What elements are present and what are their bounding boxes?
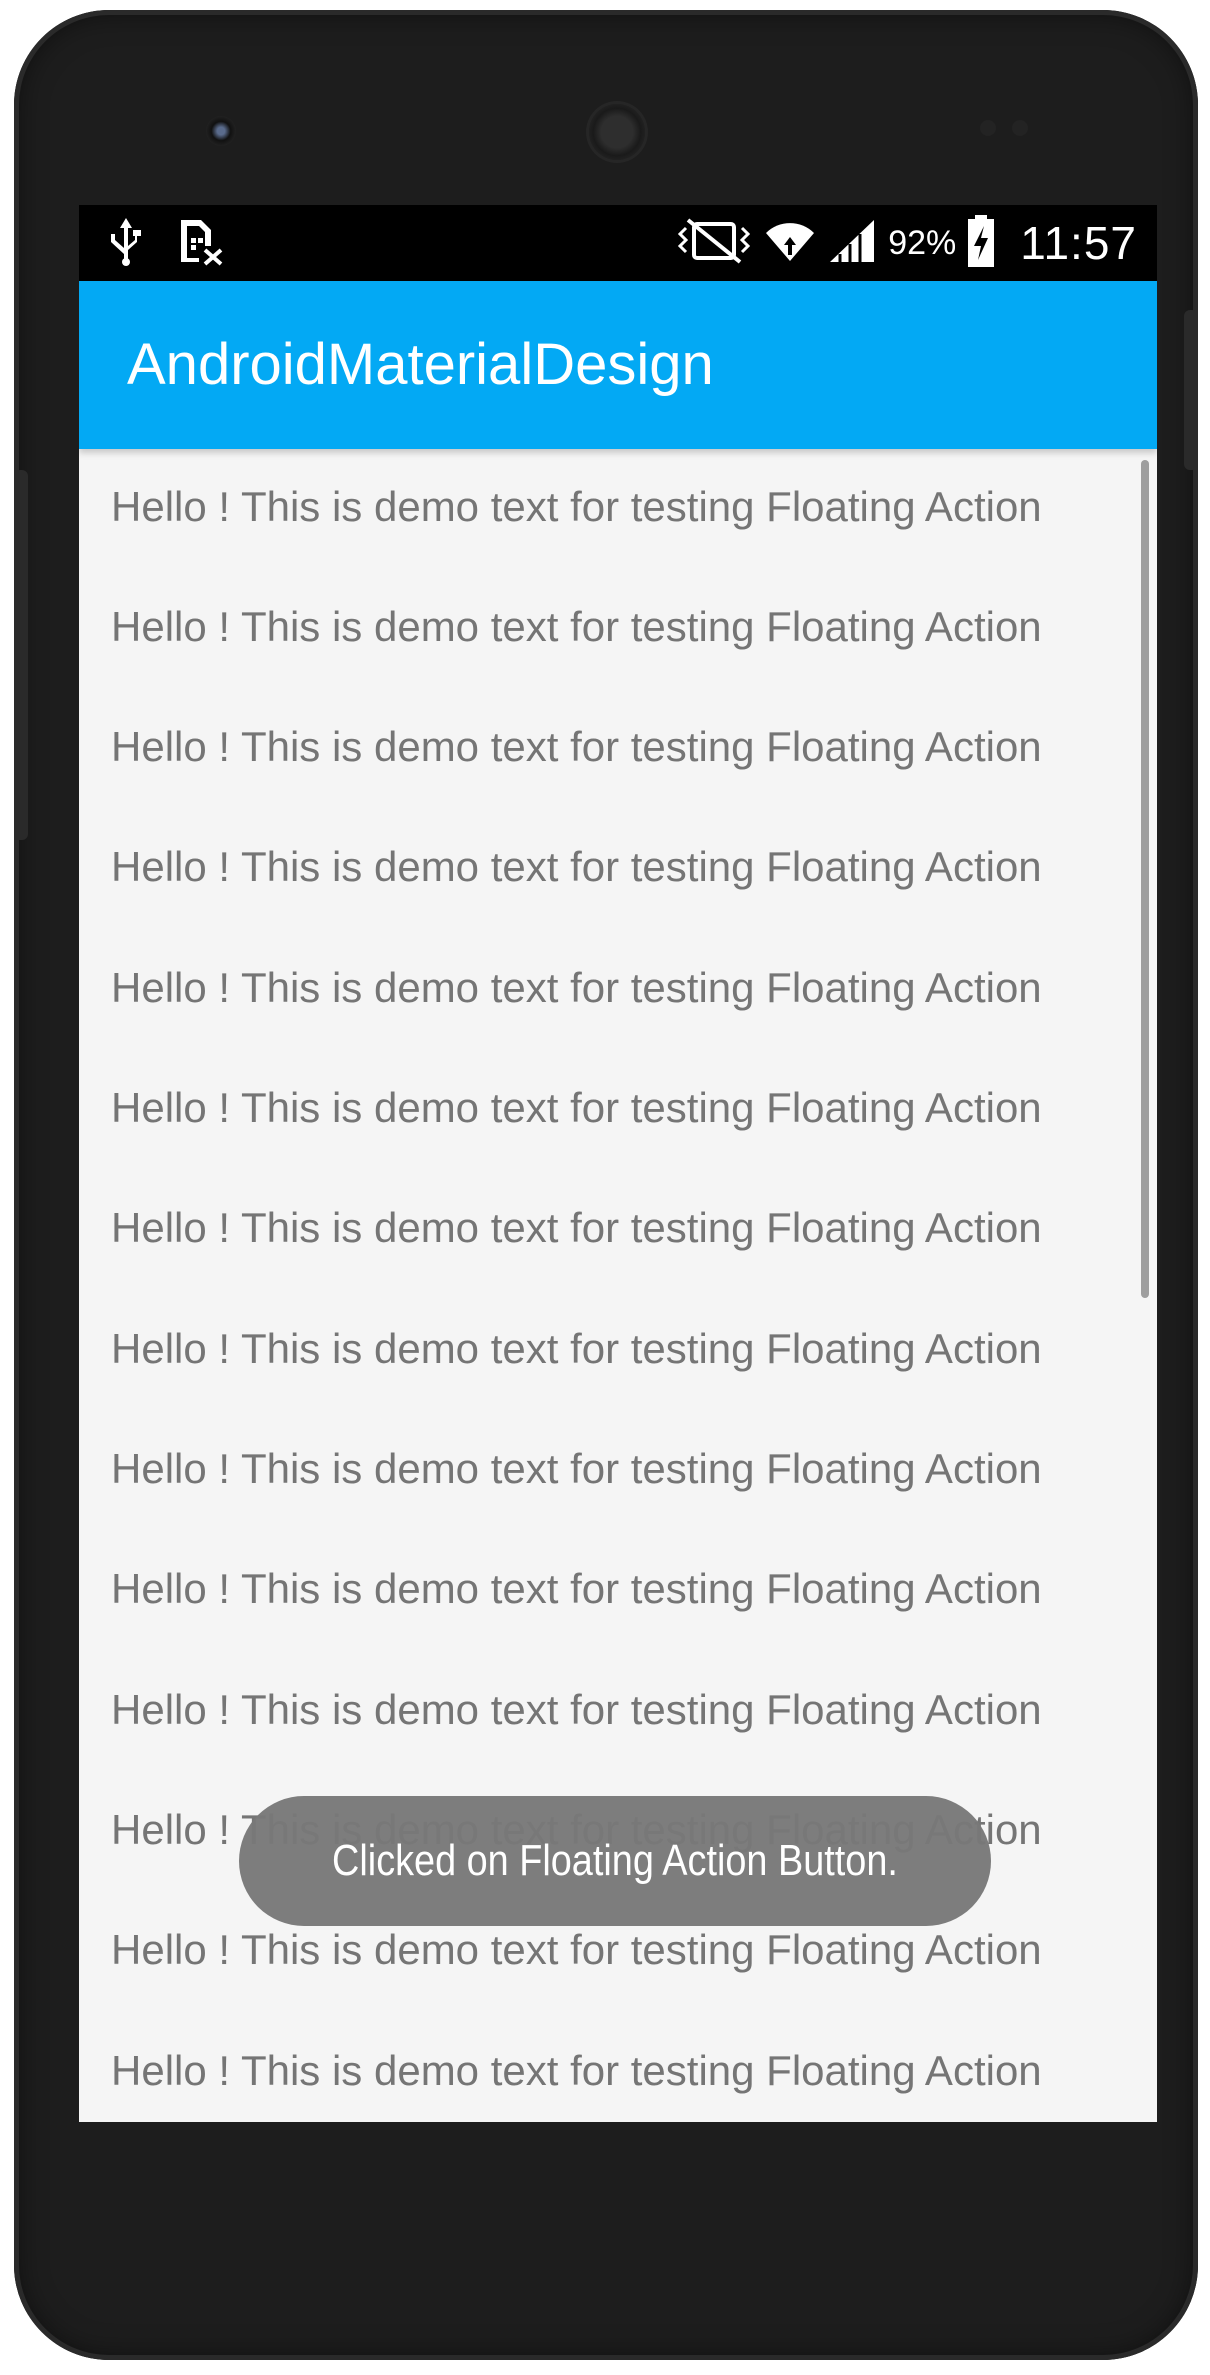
phone-screen: 92% 11:57 AndroidMaterialDesign Hello ! … <box>79 205 1157 2122</box>
cell-signal-icon <box>828 216 876 271</box>
list-item: Hello ! This is demo text for testing Fl… <box>111 603 1042 650</box>
toast-text: Clicked on Floating Action Button. <box>332 1836 898 1885</box>
status-clock: 11:57 <box>1020 217 1137 269</box>
list-item: Hello ! This is demo text for testing Fl… <box>111 964 1042 1011</box>
volume-button <box>14 470 28 840</box>
power-button <box>1184 310 1198 470</box>
front-camera <box>206 116 236 146</box>
list-item: Hello ! This is demo text for testing Fl… <box>111 1686 1042 1733</box>
status-bar-system: 92% 11:57 <box>676 205 1137 281</box>
app-bar: AndroidMaterialDesign <box>79 281 1157 449</box>
list-item: Hello ! This is demo text for testing Fl… <box>111 1325 1042 1372</box>
status-bar: 92% 11:57 <box>79 205 1157 281</box>
usb-icon <box>107 216 145 271</box>
list-item: Hello ! This is demo text for testing Fl… <box>111 2047 1042 2094</box>
list-item: Hello ! This is demo text for testing Fl… <box>111 843 1042 890</box>
list-item: Hello ! This is demo text for testing Fl… <box>111 1565 1042 1612</box>
app-title: AndroidMaterialDesign <box>127 332 714 397</box>
list-item: Hello ! This is demo text for testing Fl… <box>111 483 1042 530</box>
list-item: Hello ! This is demo text for testing Fl… <box>111 1445 1042 1492</box>
list-item: Hello ! This is demo text for testing Fl… <box>111 723 1042 770</box>
sim-card-missing-icon <box>175 216 225 271</box>
list-item: Hello ! This is demo text for testing Fl… <box>111 1084 1042 1131</box>
light-sensor <box>1012 120 1028 136</box>
list-item: Hello ! This is demo text for testing Fl… <box>111 1926 1042 1973</box>
list-item: Hello ! This is demo text for testing Fl… <box>111 1204 1042 1251</box>
vibrate-icon <box>676 216 752 271</box>
earpiece-speaker <box>589 104 645 160</box>
battery-percentage: 92% <box>888 223 957 262</box>
wifi-icon <box>762 215 818 272</box>
status-bar-notifications <box>107 215 225 271</box>
phone-frame: 92% 11:57 AndroidMaterialDesign Hello ! … <box>14 10 1198 2360</box>
battery-charging-icon <box>966 214 996 273</box>
toast-message: Clicked on Floating Action Button. <box>239 1796 991 1926</box>
list-scrollbar[interactable] <box>1141 460 1149 1298</box>
proximity-sensor <box>980 120 996 136</box>
